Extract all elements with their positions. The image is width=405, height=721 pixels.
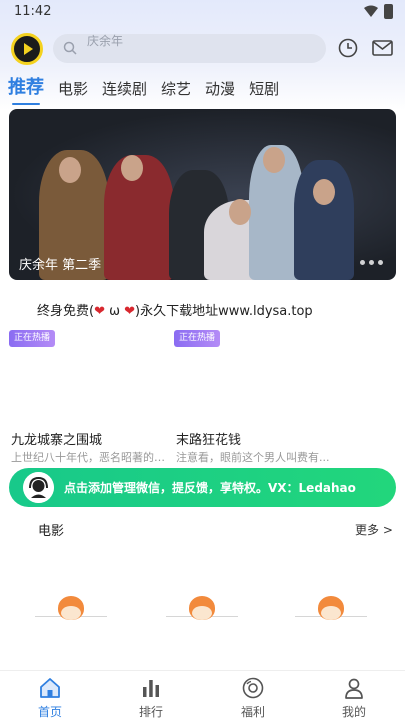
gift-disc-icon xyxy=(242,677,264,699)
carousel-dot[interactable] xyxy=(360,260,365,265)
profile-icon xyxy=(345,678,363,699)
carousel-dot[interactable] xyxy=(369,260,374,265)
mascot-face xyxy=(61,606,81,620)
section-title: 电影 xyxy=(38,524,65,539)
download-notice[interactable]: 终身免费(❤ ω ❤)永久下载地址www.ldysa.top xyxy=(37,300,313,319)
search-icon xyxy=(63,41,77,55)
ranking-icon xyxy=(143,680,159,697)
notice-omega: ω xyxy=(104,304,125,319)
play-icon xyxy=(24,43,33,55)
banner-figure xyxy=(294,160,354,280)
wechat-contact-banner[interactable]: 点击添加管理微信，提反馈，享特权。VX：Ledahao xyxy=(9,468,396,507)
nav-ranking[interactable]: 排行 xyxy=(121,677,181,720)
heart-icon: ❤ xyxy=(124,304,136,319)
video-card[interactable]: 正在热播 九龙城寨之围城 上世纪八十年代，恶名昭著的“... xyxy=(9,330,167,465)
status-badge: 正在热播 xyxy=(174,330,221,347)
mascot-face xyxy=(192,606,212,620)
carousel-dot[interactable] xyxy=(378,260,383,265)
wifi-icon xyxy=(364,5,378,17)
banner-face xyxy=(229,199,251,225)
nav-home[interactable]: 首页 xyxy=(20,677,80,720)
tab-short-drama[interactable]: 短剧 xyxy=(249,78,279,105)
nav-welfare[interactable]: 福利 xyxy=(223,677,283,720)
banner-face xyxy=(263,147,285,173)
home-icon xyxy=(40,678,60,698)
movie-poster-placeholder[interactable] xyxy=(35,590,107,648)
notice-suffix: )永久下载地址www.ldysa.top xyxy=(135,304,313,319)
mail-icon[interactable] xyxy=(372,40,393,56)
wechat-banner-text: 点击添加管理微信，提反馈，享特权。VX：Ledahao xyxy=(64,481,356,495)
app-logo[interactable] xyxy=(11,33,43,65)
tab-recommend[interactable]: 推荐 xyxy=(8,73,44,105)
nav-label: 排行 xyxy=(138,705,163,719)
tab-anime[interactable]: 动漫 xyxy=(205,78,235,105)
status-bar: 11:42 xyxy=(0,0,405,24)
heart-icon: ❤ xyxy=(94,304,105,319)
tab-series[interactable]: 连续剧 xyxy=(102,78,147,105)
nav-label: 福利 xyxy=(240,705,265,719)
hero-banner[interactable]: 庆余年 第二季 xyxy=(9,109,396,280)
banner-face xyxy=(313,179,335,205)
card-title: 末路狂花钱 xyxy=(176,433,242,448)
battery-icon xyxy=(384,4,393,19)
banner-face xyxy=(121,155,143,181)
nav-profile[interactable]: 我的 xyxy=(324,677,384,720)
card-description: 上世纪八十年代，恶名昭著的“... xyxy=(11,451,167,464)
banner-face xyxy=(59,157,81,183)
video-card[interactable]: 正在热播 末路狂花钱 注意看，眼前这个男人叫费有... xyxy=(174,330,332,465)
history-clock-icon[interactable] xyxy=(338,38,358,58)
movie-poster-placeholder[interactable] xyxy=(166,590,238,648)
card-title: 九龙城寨之围城 xyxy=(11,433,103,448)
status-badge: 正在热播 xyxy=(9,330,56,347)
tab-movie[interactable]: 电影 xyxy=(58,78,88,105)
category-tabs: 推荐 电影 连续剧 综艺 动漫 短剧 xyxy=(8,75,293,105)
movie-poster-placeholder[interactable] xyxy=(295,590,367,648)
nav-label: 首页 xyxy=(37,705,62,719)
more-link[interactable]: 更多 > xyxy=(355,521,393,538)
headset-avatar-icon xyxy=(23,472,54,503)
nav-label: 我的 xyxy=(341,705,366,719)
mascot-face xyxy=(321,606,341,620)
bottom-navigation: 首页 排行 福利 我的 xyxy=(0,670,405,721)
card-description: 注意看，眼前这个男人叫费有... xyxy=(176,451,330,464)
status-time: 11:42 xyxy=(14,4,52,19)
banner-caption: 庆余年 第二季 xyxy=(19,258,102,273)
tab-variety[interactable]: 综艺 xyxy=(161,78,191,105)
search-bar[interactable]: 庆余年 xyxy=(53,34,326,63)
search-placeholder: 庆余年 xyxy=(87,34,124,48)
notice-prefix: 终身免费( xyxy=(37,304,95,319)
